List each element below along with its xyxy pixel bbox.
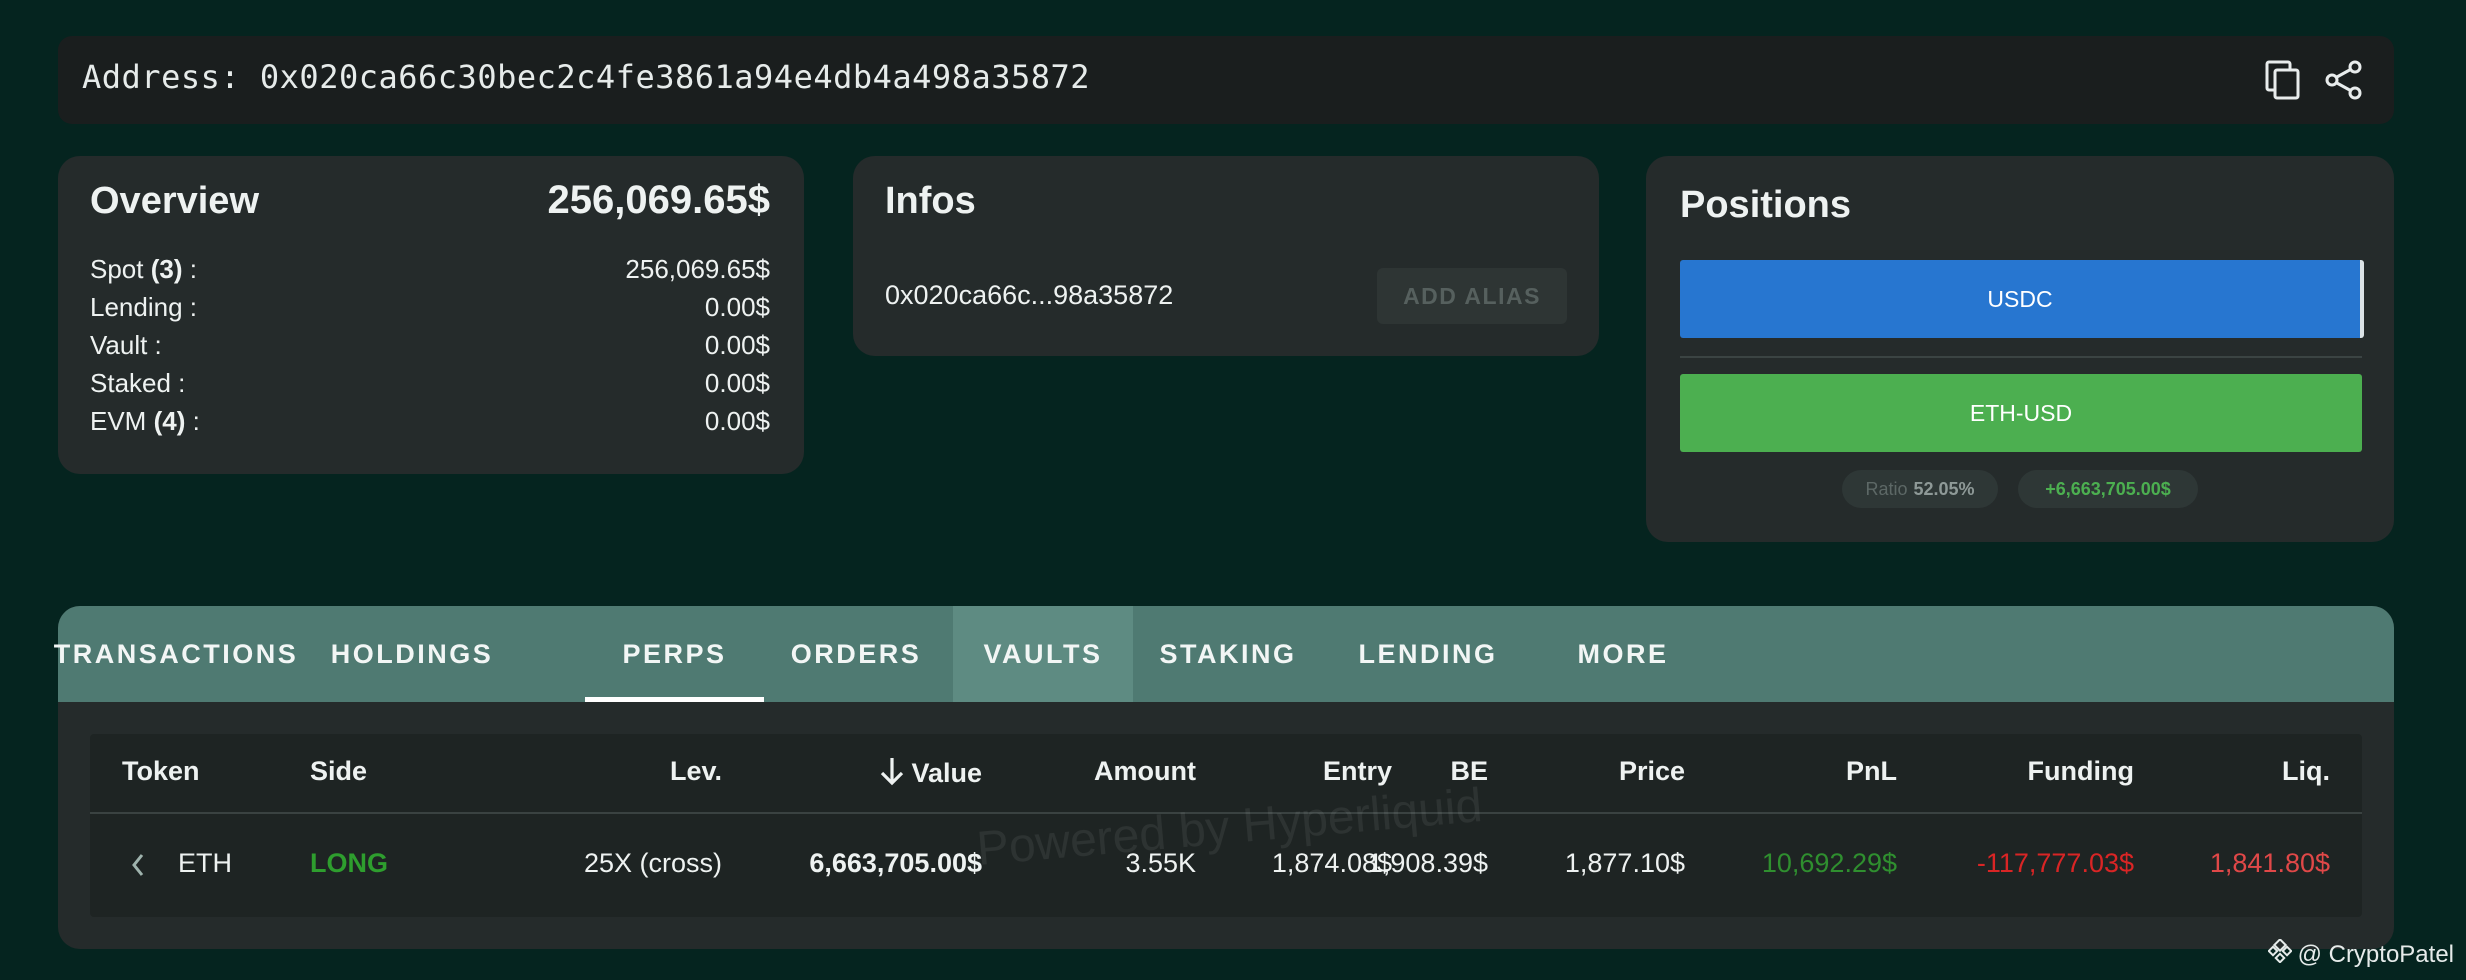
infos-title: Infos	[885, 180, 976, 222]
position-bar-usdc[interactable]: USDC	[1680, 260, 2364, 338]
position-bar-eth-usd[interactable]: ETH-USD	[1680, 374, 2362, 452]
header-side[interactable]: Side	[310, 756, 367, 787]
positions-title: Positions	[1680, 184, 1852, 226]
cell-pnl: 10,692.29$	[1761, 848, 1897, 878]
overview-title: Overview	[90, 180, 259, 222]
header-liq[interactable]: Liq.	[2282, 756, 2330, 787]
tab-lending[interactable]: LENDING	[1323, 606, 1533, 702]
pnl-chip: +6,663,705.00$	[2018, 470, 2198, 508]
tab-bar: TRANSACTIONS HOLDINGS PERPS ORDERS VAULT…	[54, 606, 2394, 702]
header-entry[interactable]: Entry	[1323, 756, 1392, 787]
positions-card: Positions USDC ETH-USD Ratio 52.05% +6,66…	[1646, 156, 2394, 542]
overview-row-staked: Staked : 0.00$	[90, 368, 770, 406]
header-pnl[interactable]: PnL	[1846, 756, 1897, 787]
cell-liq: 1,841.80$	[2209, 848, 2330, 878]
divider	[1680, 356, 2362, 358]
overview-row-spot: Spot (3) : 256,069.65$	[90, 254, 770, 292]
chevron-left-icon[interactable]	[130, 850, 146, 887]
tab-staking[interactable]: STAKING	[1133, 606, 1323, 702]
cell-be: 1,908.39$	[1367, 848, 1488, 878]
tab-vaults[interactable]: VAULTS	[953, 606, 1133, 702]
credit-text: @ CryptoPatel	[2297, 940, 2454, 968]
arrow-down-icon	[879, 756, 905, 793]
cell-lev: 25X (cross)	[583, 848, 722, 878]
diamond-logo-icon	[2266, 937, 2293, 970]
cell-funding: -117,777.03$	[1976, 848, 2134, 878]
cell-price: 1,877.10$	[1564, 848, 1685, 878]
copy-icon[interactable]	[2262, 58, 2306, 102]
address-bar: Address: 0x020ca66c30bec2c4fe3861a94e4db…	[58, 36, 2394, 124]
overview-total: 256,069.65$	[547, 178, 770, 222]
overview-value: 0.00$	[704, 330, 770, 360]
tab-perps[interactable]: PERPS	[585, 606, 764, 702]
overview-value: 0.00$	[704, 368, 770, 398]
tab-more[interactable]: MORE	[1533, 606, 1713, 702]
header-price[interactable]: Price	[1619, 756, 1685, 787]
cell-value: 6,663,705.00$	[809, 848, 982, 878]
overview-value: 0.00$	[704, 292, 770, 322]
overview-row-evm: EVM (4) : 0.00$	[90, 406, 770, 444]
overview-value: 256,069.65$	[625, 254, 770, 284]
ratio-chip: Ratio 52.05%	[1842, 470, 1998, 508]
tab-holdings[interactable]: HOLDINGS	[294, 606, 530, 702]
header-token[interactable]: Token	[122, 756, 200, 787]
cell-side: LONG	[310, 848, 388, 878]
positions-panel: TRANSACTIONS HOLDINGS PERPS ORDERS VAULT…	[54, 606, 2394, 949]
cell-token: ETH	[178, 848, 232, 878]
overview-value: 0.00$	[704, 406, 770, 436]
tab-orders[interactable]: ORDERS	[764, 606, 948, 702]
overview-card: Overview 256,069.65$ Spot (3) : 256,069.…	[58, 156, 804, 474]
add-alias-button[interactable]: ADD ALIAS	[1377, 268, 1567, 324]
header-funding[interactable]: Funding	[2028, 756, 2134, 787]
tab-transactions[interactable]: TRANSACTIONS	[54, 606, 296, 702]
overview-row-vault: Vault : 0.00$	[90, 330, 770, 368]
active-tab-indicator	[585, 697, 764, 702]
header-value[interactable]: Value	[879, 756, 982, 793]
infos-card: Infos 0x020ca66c...98a35872 ADD ALIAS	[853, 156, 1599, 356]
share-icon[interactable]	[2322, 58, 2366, 102]
credit: @ CryptoPatel	[2266, 937, 2454, 970]
address-text: Address: 0x020ca66c30bec2c4fe3861a94e4db…	[82, 58, 1091, 96]
short-address: 0x020ca66c...98a35872	[885, 280, 1174, 310]
overview-row-lending: Lending : 0.00$	[90, 292, 770, 330]
header-lev[interactable]: Lev.	[670, 756, 722, 787]
header-amount[interactable]: Amount	[1094, 756, 1196, 787]
